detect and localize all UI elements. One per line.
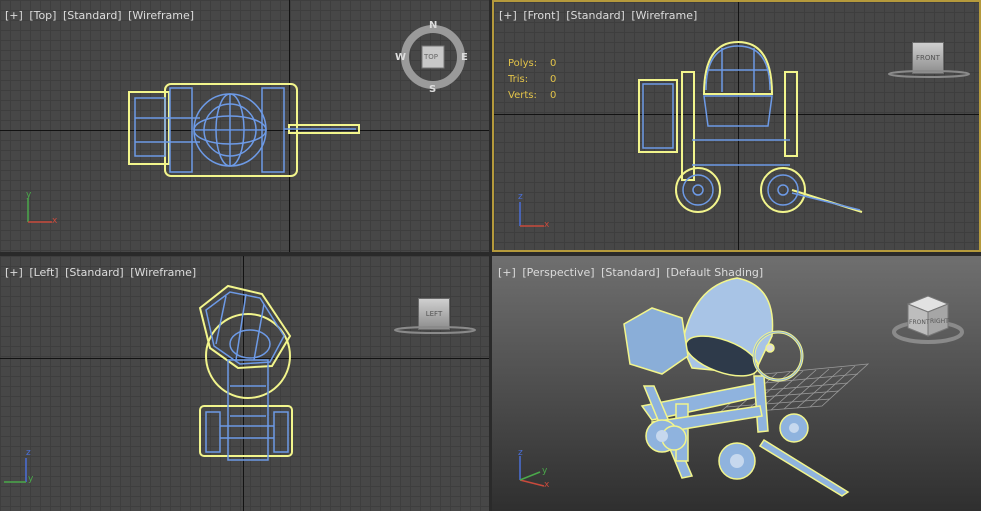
axis-label-y: y	[28, 474, 34, 484]
model-shaded-perspective[interactable]	[492, 256, 981, 511]
axis-tripod-icon	[4, 458, 27, 483]
viewport-perspective[interactable]: [+] [Perspective] [Standard] [Default Sh…	[492, 256, 981, 511]
viewport-top[interactable]: [+] [Top] [Standard] [Wireframe] TOP N S…	[0, 0, 489, 252]
axis-label-z: z	[26, 448, 31, 458]
axis-label-z: z	[518, 192, 523, 202]
axis-label-z: z	[518, 448, 523, 458]
axis-label-y: y	[26, 190, 32, 200]
model-wireframe-top[interactable]	[0, 0, 489, 252]
model-wireframe-front[interactable]	[492, 0, 981, 252]
model-wireframe-left[interactable]	[0, 256, 489, 511]
viewport-front[interactable]: [+] [Front] [Standard] [Wireframe] Polys…	[492, 0, 981, 252]
axis-tripod-icon	[519, 202, 544, 227]
axis-label-x: x	[544, 480, 550, 490]
axis-label-x: x	[544, 220, 550, 230]
axis-label-y: y	[542, 466, 548, 476]
viewport-left[interactable]: [+] [Left] [Standard] [Wireframe] LEFT z…	[0, 256, 489, 511]
axis-label-x: x	[52, 216, 58, 226]
